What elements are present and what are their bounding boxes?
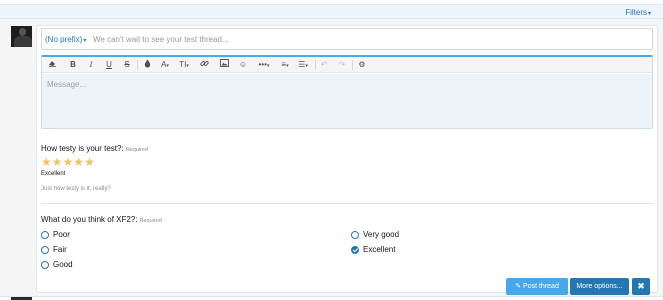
filters-menu-link[interactable]: Filters▾ (625, 8, 651, 17)
bold-icon[interactable]: B (67, 59, 79, 71)
rating-question-label: How testy is your test?: Required (41, 144, 149, 153)
chevron-down-icon: ▾ (83, 38, 87, 44)
smilie-icon[interactable]: ☺ (237, 59, 249, 71)
rating-hint: Just how testy is it, really? (41, 186, 111, 192)
strikethrough-icon[interactable]: S (121, 59, 133, 71)
star-rating[interactable]: ★★★★★ (41, 156, 95, 168)
radio-button[interactable] (41, 261, 49, 269)
next-row (0, 296, 663, 300)
image-icon[interactable] (218, 59, 230, 71)
thread-form-panel: (No prefix)▾ B I U S A▾ TI▾ (36, 25, 658, 295)
underline-icon[interactable]: U (103, 59, 115, 71)
text-color-icon[interactable] (142, 59, 152, 71)
chevron-down-icon: ▾ (647, 11, 651, 17)
close-icon[interactable]: ✖ (632, 278, 650, 295)
edit-icon: ✎ (515, 283, 522, 290)
link-icon[interactable] (198, 59, 210, 71)
thread-title-input[interactable] (93, 31, 649, 47)
quick-thread-form: (No prefix)▾ B I U S A▾ TI▾ (0, 19, 663, 296)
align-icon[interactable]: ≡▾ (277, 59, 293, 71)
divider (41, 203, 653, 204)
message-editor: B I U S A▾ TI▾ ☺ •••▾ ≡▾ ☰▾ ↶ ↷ ⚙ Messag… (41, 55, 653, 129)
eraser-icon[interactable] (46, 59, 58, 71)
star-icon[interactable]: ★ (84, 156, 95, 168)
italic-icon[interactable]: I (85, 59, 97, 71)
message-textarea[interactable] (42, 74, 652, 128)
prefix-dropdown[interactable]: (No prefix)▾ (45, 35, 86, 44)
undo-icon[interactable]: ↶ (318, 59, 330, 71)
rating-value-text: Excellent (41, 171, 66, 177)
filter-bar: Filters▾ (0, 4, 663, 19)
star-icon[interactable]: ★ (63, 156, 74, 168)
avatar[interactable] (11, 26, 32, 47)
prefix-label: (No prefix) (45, 35, 83, 44)
thread-title-row: (No prefix)▾ (41, 28, 653, 50)
list-icon[interactable]: ☰▾ (295, 59, 311, 71)
radio-button[interactable] (41, 231, 49, 239)
required-marker: Required (125, 147, 149, 153)
editor-toolbar: B I U S A▾ TI▾ ☺ •••▾ ≡▾ ☰▾ ↶ ↷ ⚙ (42, 57, 652, 73)
settings-gear-icon[interactable]: ⚙ (356, 59, 368, 71)
star-icon[interactable]: ★ (41, 156, 52, 168)
radio-button[interactable] (41, 246, 49, 254)
redo-icon[interactable]: ↷ (336, 59, 348, 71)
star-icon[interactable]: ★ (73, 156, 84, 168)
more-options-button[interactable]: More options... (570, 278, 629, 295)
choice-question-label: What do you think of XF2?: Required (41, 215, 162, 224)
post-thread-button[interactable]: ✎ Post thread (506, 278, 568, 295)
filters-label: Filters (625, 8, 647, 17)
font-size-icon[interactable]: TI▾ (175, 59, 193, 71)
font-family-icon[interactable]: A▾ (157, 59, 173, 71)
star-icon[interactable]: ★ (52, 156, 63, 168)
more-icon[interactable]: •••▾ (255, 59, 273, 71)
radio-button[interactable] (351, 231, 359, 239)
radio-button-checked[interactable] (351, 246, 359, 254)
required-marker: Required (139, 218, 162, 224)
